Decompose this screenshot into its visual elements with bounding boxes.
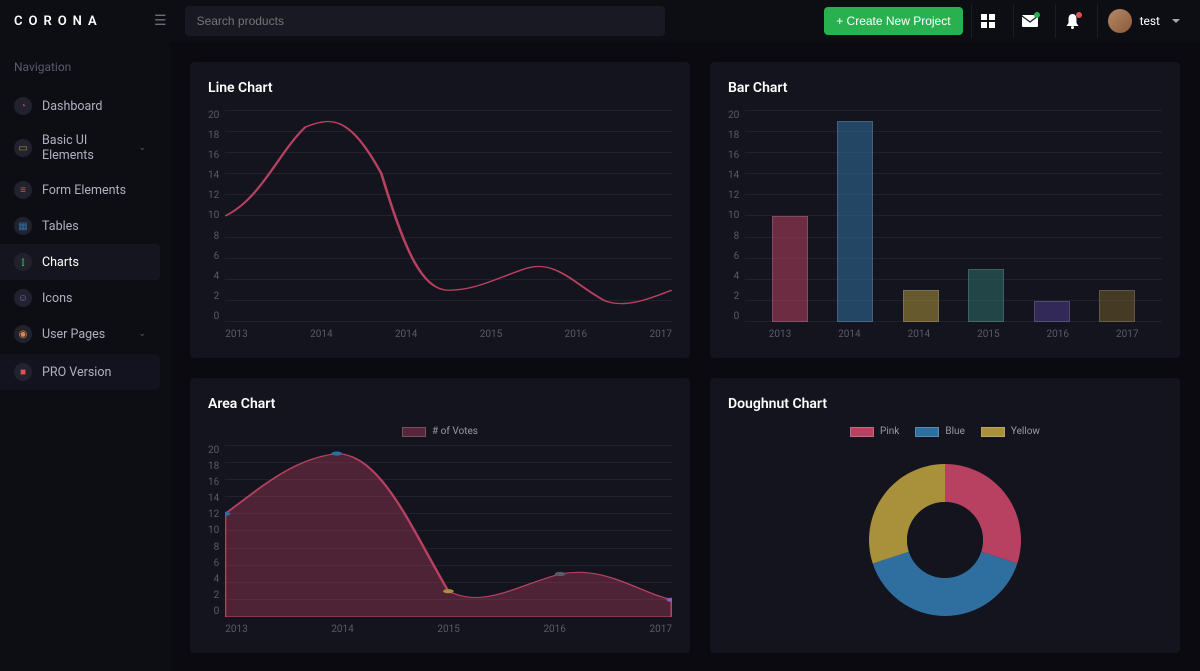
- search-input[interactable]: [185, 6, 665, 36]
- menu-toggle-icon[interactable]: ☰: [154, 13, 167, 29]
- y-axis: 20181614121086420: [208, 110, 225, 340]
- card-title: Area Chart: [208, 396, 672, 412]
- legend-item-blue[interactable]: Blue: [915, 426, 964, 437]
- legend-label: # of Votes: [432, 426, 478, 437]
- card-title: Doughnut Chart: [728, 396, 1162, 412]
- area-plot: [225, 445, 672, 617]
- x-axis: 201320142014201520162017: [745, 329, 1162, 340]
- bars: [745, 110, 1162, 322]
- doughnut-chart: [728, 445, 1162, 635]
- sidebar-item-user-pages[interactable]: ◉ User Pages ⌄: [0, 316, 160, 352]
- area-legend: # of Votes: [208, 426, 672, 437]
- x-axis: 20132014201520162017: [225, 624, 672, 635]
- card-line-chart: Line Chart 20181614121086420 20132014201…: [190, 62, 690, 358]
- bar-chart: 20181614121086420 2013201420142015201620…: [728, 110, 1162, 340]
- sidebar-item-label: Tables: [42, 219, 79, 234]
- laptop-icon: ▭: [14, 139, 32, 157]
- chevron-down-icon: [1172, 19, 1180, 23]
- sidebar-item-basic-ui[interactable]: ▭ Basic UI Elements ⌄: [0, 124, 160, 172]
- sidebar-item-label: Icons: [42, 291, 72, 306]
- x-axis: 201320142014201520162017: [225, 329, 672, 340]
- chevron-down-icon: ⌄: [138, 329, 146, 339]
- topbar: CORONA ☰ + Create New Project test: [0, 0, 1200, 42]
- card-doughnut-chart: Doughnut Chart Pink Blue Yellow: [710, 378, 1180, 653]
- bell-icon[interactable]: [1055, 4, 1089, 38]
- topbar-right: + Create New Project test: [824, 4, 1186, 38]
- card-title: Bar Chart: [728, 80, 1162, 96]
- contacts-icon: ☺: [14, 289, 32, 307]
- sidebar-item-label: Form Elements: [42, 183, 126, 198]
- sidebar: Navigation ◔ Dashboard ▭ Basic UI Elemen…: [0, 42, 170, 671]
- sidebar-item-label: Dashboard: [42, 99, 102, 114]
- mail-icon[interactable]: [1013, 4, 1047, 38]
- apps-icon[interactable]: [971, 4, 1005, 38]
- doughnut-legend: Pink Blue Yellow: [728, 426, 1162, 437]
- pro-icon: ■: [14, 363, 32, 381]
- sidebar-item-label: Basic UI Elements: [42, 133, 138, 163]
- legend-item-pink[interactable]: Pink: [850, 426, 899, 437]
- sidebar-item-charts[interactable]: ⫾ Charts: [0, 244, 160, 280]
- user-menu[interactable]: test: [1097, 4, 1186, 38]
- content: Line Chart 20181614121086420 20132014201…: [170, 42, 1200, 671]
- sidebar-item-tables[interactable]: ▦ Tables: [0, 208, 160, 244]
- y-axis: 20181614121086420: [208, 445, 225, 635]
- table-icon: ▦: [14, 217, 32, 235]
- sidebar-item-pro[interactable]: ■ PRO Version: [0, 354, 160, 390]
- sidebar-item-label: Charts: [42, 255, 79, 270]
- username: test: [1140, 14, 1160, 28]
- sidebar-item-form-elements[interactable]: ≡ Form Elements: [0, 172, 160, 208]
- card-area-chart: Area Chart # of Votes 20181614121086420: [190, 378, 690, 653]
- line-chart: 20181614121086420 2013201420142015201620…: [208, 110, 672, 340]
- gauge-icon: ◔: [14, 97, 32, 115]
- nav-heading: Navigation: [0, 52, 170, 88]
- card-title: Line Chart: [208, 80, 672, 96]
- security-icon: ◉: [14, 325, 32, 343]
- chart-icon: ⫾: [14, 253, 32, 271]
- avatar: [1108, 9, 1132, 33]
- y-axis: 20181614121086420: [728, 110, 745, 340]
- playlist-icon: ≡: [14, 181, 32, 199]
- create-project-button[interactable]: + Create New Project: [824, 7, 962, 35]
- chevron-down-icon: ⌄: [138, 143, 146, 153]
- legend-item[interactable]: # of Votes: [402, 426, 478, 437]
- line-plot: [225, 110, 672, 322]
- sidebar-item-icons[interactable]: ☺ Icons: [0, 280, 160, 316]
- sidebar-item-label: User Pages: [42, 327, 105, 342]
- legend-item-yellow[interactable]: Yellow: [981, 426, 1040, 437]
- brand-logo[interactable]: CORONA: [14, 14, 154, 29]
- sidebar-item-dashboard[interactable]: ◔ Dashboard: [0, 88, 160, 124]
- card-bar-chart: Bar Chart 20181614121086420 201320142014…: [710, 62, 1180, 358]
- area-chart: 20181614121086420 20132014201520162017: [208, 445, 672, 635]
- sidebar-item-label: PRO Version: [42, 365, 111, 380]
